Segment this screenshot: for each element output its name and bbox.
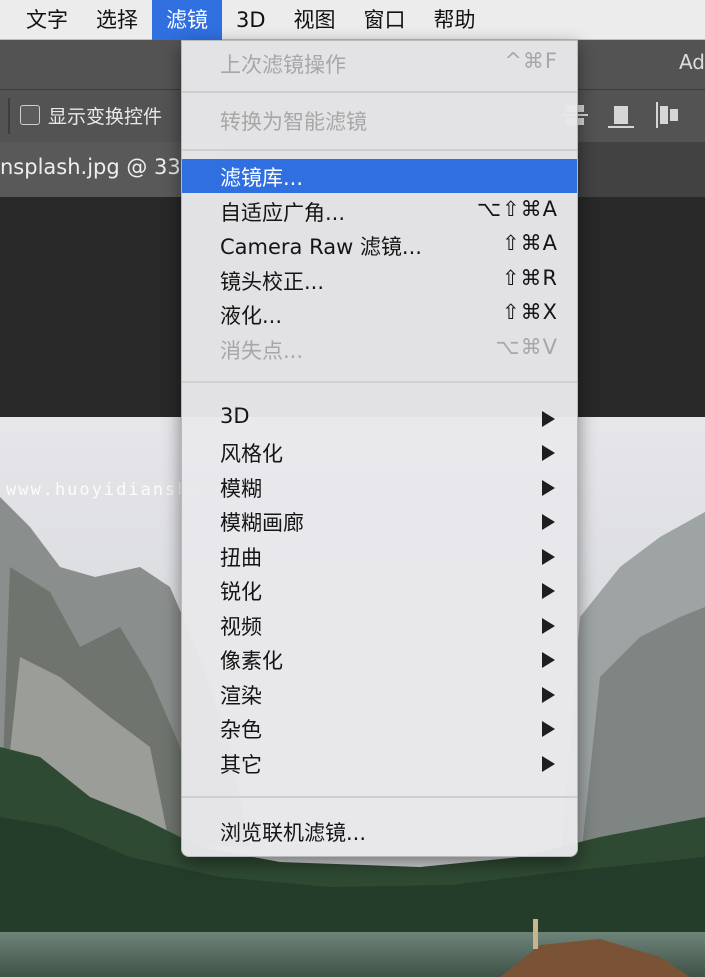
menu-item-label: 转换为智能滤镜 [220,110,367,134]
filter-dropdown-menu: 上次滤镜操作 ^⌘F 转换为智能滤镜 滤镜库... 自适应广角... ⌥⇧⌘A … [181,40,578,857]
menu-item-other[interactable]: 其它 [182,746,577,780]
menu-item-label: 渲染 [220,684,262,708]
menu-item-shortcut: ⇧⌘R [501,266,558,290]
menu-item-label: 扭曲 [220,546,262,570]
menu-item-label: 滤镜库... [220,166,304,190]
menu-item-label: Camera Raw 滤镜... [220,235,422,259]
menu-item-video[interactable]: 视频 [182,608,577,642]
menu-help[interactable]: 帮助 [420,0,490,40]
menu-view[interactable]: 视图 [280,0,350,40]
menu-item-label: 杂色 [220,718,262,742]
align-bottom-icon[interactable] [606,100,636,130]
menu-item-label: 视频 [220,615,262,639]
menu-item-label: 3D [220,404,250,428]
menu-item-label: 自适应广角... [220,201,346,225]
menubar: 文字 选择 滤镜 3D 视图 窗口 帮助 [0,0,705,40]
menu-separator [182,149,577,151]
menu-item-3d[interactable]: 3D [182,401,577,435]
menu-item-last-filter: 上次滤镜操作 ^⌘F [182,46,577,80]
submenu-arrow-icon [542,652,555,668]
menu-item-shortcut: ⇧⌘X [502,300,558,324]
menu-item-lens-correction[interactable]: 镜头校正... ⇧⌘R [182,263,577,297]
menu-item-noise[interactable]: 杂色 [182,711,577,745]
menu-item-filter-gallery[interactable]: 滤镜库... [182,159,577,193]
submenu-arrow-icon [542,549,555,565]
menu-item-label: 模糊 [220,477,262,501]
menu-3d[interactable]: 3D [222,0,280,40]
menu-item-shortcut: ⌥⇧⌘A [476,197,558,221]
menu-item-blur-gallery[interactable]: 模糊画廊 [182,504,577,538]
menu-item-label: 液化... [220,304,283,328]
menu-item-label: 浏览联机滤镜... [220,821,367,845]
menu-item-blur[interactable]: 模糊 [182,470,577,504]
menu-item-label: 模糊画廊 [220,511,304,535]
options-divider [8,98,10,134]
app-title: Ad [678,50,705,74]
submenu-arrow-icon [542,514,555,530]
menu-item-adaptive-wide-angle[interactable]: 自适应广角... ⌥⇧⌘A [182,194,577,228]
menu-item-liquify[interactable]: 液化... ⇧⌘X [182,297,577,331]
menu-item-stylize[interactable]: 风格化 [182,435,577,469]
menu-text[interactable]: 文字 [0,0,82,40]
submenu-arrow-icon [542,583,555,599]
submenu-arrow-icon [542,445,555,461]
menu-item-distort[interactable]: 扭曲 [182,539,577,573]
menu-item-browse-online-filters[interactable]: 浏览联机滤镜... [182,814,577,848]
menu-select[interactable]: 选择 [82,0,152,40]
menu-separator [182,796,577,798]
menu-item-pixelate[interactable]: 像素化 [182,642,577,676]
menu-item-shortcut: ⇧⌘A [502,231,558,255]
submenu-arrow-icon [542,411,555,427]
menu-item-vanishing-point: 消失点... ⌥⌘V [182,332,577,366]
align-icons [560,100,682,130]
submenu-arrow-icon [542,618,555,634]
submenu-arrow-icon [542,756,555,772]
menu-item-shortcut: ^⌘F [504,49,558,73]
show-transform-checkbox[interactable] [20,105,40,125]
document-tab-title: nsplash.jpg @ 33 [0,155,181,179]
show-transform-label[interactable]: 显示变换控件 [48,102,162,129]
submenu-arrow-icon [542,721,555,737]
menu-item-camera-raw[interactable]: Camera Raw 滤镜... ⇧⌘A [182,228,577,262]
menu-separator [182,381,577,383]
menu-item-shortcut: ⌥⌘V [495,335,558,359]
menu-item-label: 风格化 [220,442,283,466]
menu-item-label: 上次滤镜操作 [220,53,346,77]
menu-item-sharpen[interactable]: 锐化 [182,573,577,607]
submenu-arrow-icon [542,687,555,703]
menu-item-label: 锐化 [220,580,262,604]
menu-item-convert-smart-filter: 转换为智能滤镜 [182,103,577,137]
menu-window[interactable]: 窗口 [350,0,420,40]
menu-separator [182,91,577,93]
submenu-arrow-icon [542,480,555,496]
menu-item-label: 像素化 [220,649,283,673]
menu-item-label: 镜头校正... [220,270,325,294]
menu-item-label: 其它 [220,753,262,777]
align-left-icon[interactable] [652,100,682,130]
menu-item-render[interactable]: 渲染 [182,677,577,711]
menu-filter[interactable]: 滤镜 [152,0,222,40]
menu-item-label: 消失点... [220,339,304,363]
